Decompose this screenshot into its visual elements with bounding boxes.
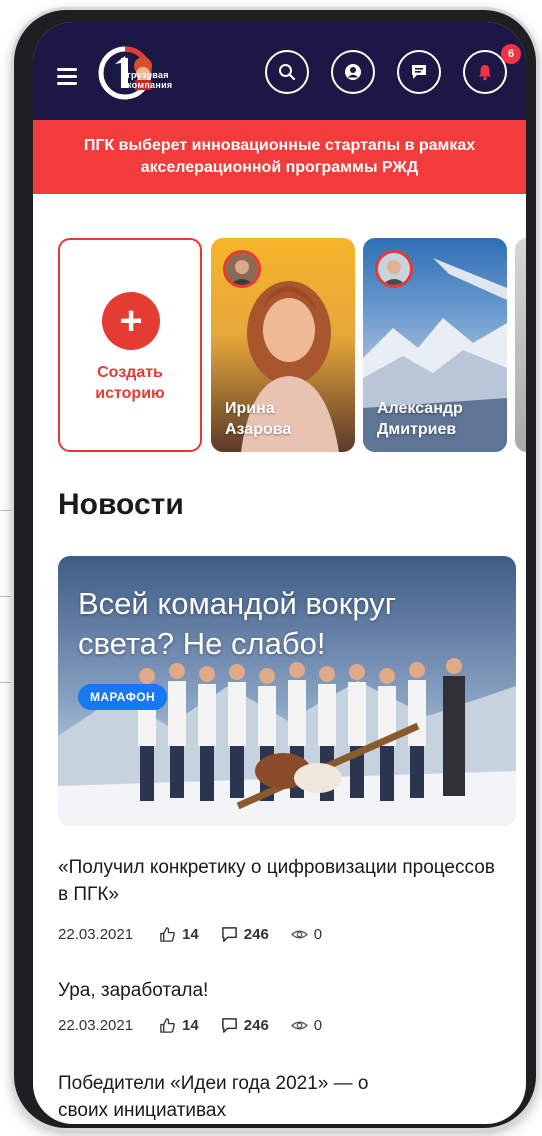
- featured-news-card[interactable]: Всей командой вокруг света? Не слабо! МА…: [58, 556, 516, 826]
- featured-news-title: Всей командой вокруг света? Не слабо!: [78, 586, 397, 661]
- profile-button[interactable]: [331, 50, 375, 94]
- story-author-avatar: [223, 250, 261, 288]
- story-author-name: Ирина Азарова: [225, 398, 291, 440]
- comment-icon: [221, 1017, 237, 1033]
- search-button[interactable]: [265, 50, 309, 94]
- story-author-name: Александр Дмитриев: [377, 398, 463, 440]
- bell-icon: [479, 65, 491, 81]
- views-icon: [290, 930, 308, 938]
- create-story-card[interactable]: + Создать историю: [58, 238, 202, 452]
- story-card[interactable]: Александр Дмитриев: [363, 238, 507, 452]
- messages-button[interactable]: [397, 50, 441, 94]
- plus-icon: +: [102, 292, 160, 350]
- logo-line1: грузовая: [127, 70, 169, 80]
- article-date: 22.03.2021: [58, 925, 134, 943]
- banner-text: ПГК выберет инновационные стартапы в рам…: [83, 137, 476, 176]
- profile-icon: [345, 64, 361, 80]
- comments-count: 246: [243, 1016, 269, 1034]
- article-meta: 22.03.2021 14 246 0: [58, 923, 344, 945]
- create-label-line2: историю: [95, 385, 165, 402]
- article-meta: 22.03.2021 14 246 0: [58, 1014, 344, 1036]
- story-card[interactable]: Ирина Азарова: [211, 238, 355, 452]
- menu-icon[interactable]: [57, 68, 77, 85]
- logo-text: грузовая компания: [127, 70, 172, 90]
- comments-stat[interactable]: 246: [221, 1017, 269, 1034]
- like-icon: [160, 1017, 175, 1033]
- story-last-name: Азарова: [225, 421, 292, 438]
- views-stat: 0: [290, 925, 323, 943]
- article-title[interactable]: Победители «Идеи года 2021» — о своих ин…: [58, 1070, 418, 1124]
- search-icon: [279, 64, 296, 81]
- comment-icon: [221, 926, 237, 942]
- views-count: 0: [313, 1016, 323, 1034]
- comments-stat[interactable]: 246: [221, 926, 269, 943]
- category-tag[interactable]: МАРАФОН: [78, 684, 168, 710]
- notification-badge: 6: [501, 44, 521, 64]
- views-stat: 0: [290, 1016, 323, 1034]
- story-first-name: Александр: [377, 400, 463, 417]
- create-story-label: Создать историю: [60, 362, 200, 404]
- views-icon: [290, 1021, 308, 1029]
- create-label-line1: Создать: [97, 364, 163, 381]
- story-card-partial[interactable]: [515, 238, 526, 452]
- article-date: 22.03.2021: [58, 1016, 134, 1034]
- announcement-banner[interactable]: ПГК выберет инновационные стартапы в рам…: [33, 120, 526, 194]
- likes-count: 14: [182, 925, 199, 943]
- logo-line2: компания: [127, 80, 173, 90]
- top-header: грузовая компания 6: [33, 22, 526, 120]
- likes-count: 14: [182, 1016, 199, 1034]
- news-section-title: Новости: [58, 488, 184, 521]
- app-screen: грузовая компания 6 ПГК выберет инноваци…: [33, 22, 526, 1124]
- article-title[interactable]: «Получил конкретику о цифровизации проце…: [58, 854, 498, 908]
- likes-stat[interactable]: 14: [159, 926, 199, 943]
- like-icon: [160, 926, 175, 942]
- story-first-name: Ирина: [225, 400, 275, 417]
- article-title[interactable]: Ура, заработала!: [58, 977, 498, 1004]
- story-last-name: Дмитриев: [377, 421, 457, 438]
- comments-count: 246: [243, 925, 269, 943]
- views-count: 0: [313, 925, 323, 943]
- likes-stat[interactable]: 14: [159, 1017, 199, 1034]
- story-author-avatar: [375, 250, 413, 288]
- chat-icon: [412, 65, 426, 79]
